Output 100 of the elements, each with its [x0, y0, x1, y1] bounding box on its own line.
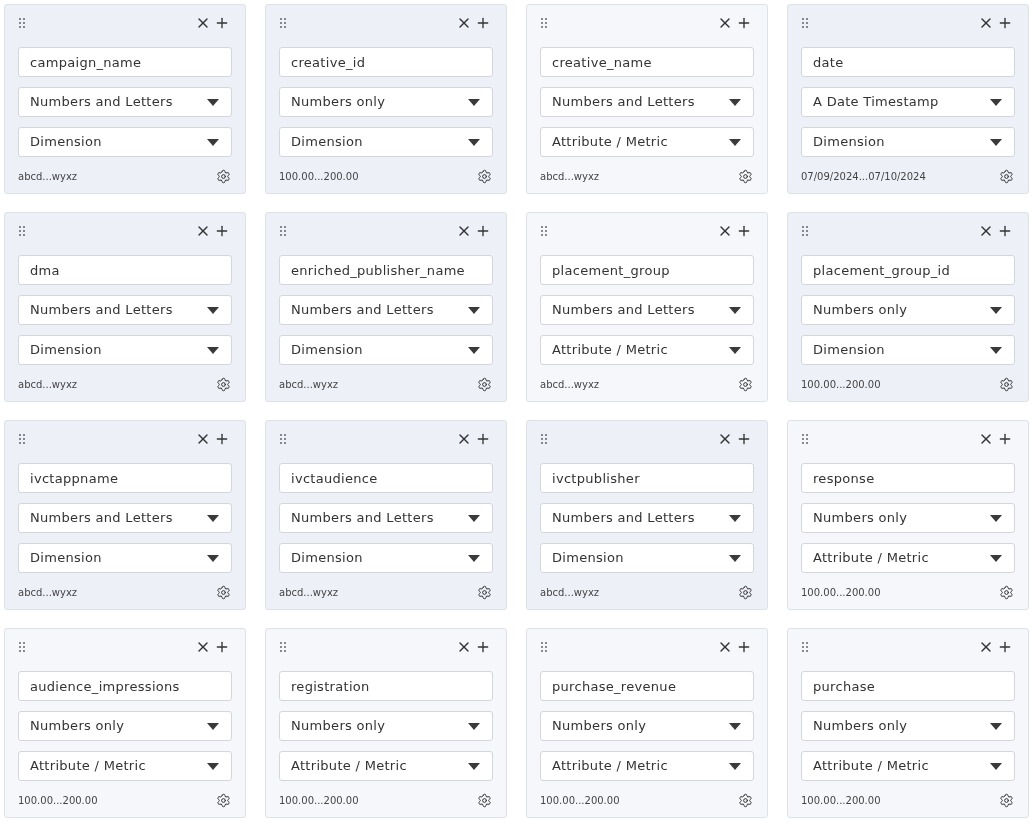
data-type-dropdown[interactable]: Numbers only	[801, 503, 1015, 533]
drag-handle-icon[interactable]	[541, 226, 547, 236]
add-icon[interactable]	[736, 431, 752, 447]
settings-icon[interactable]	[477, 377, 492, 392]
add-icon[interactable]	[736, 223, 752, 239]
column-name-field[interactable]: creative_name	[540, 47, 754, 77]
role-dropdown[interactable]: Dimension	[18, 543, 232, 573]
settings-icon[interactable]	[477, 169, 492, 184]
role-dropdown[interactable]: Attribute / Metric	[540, 127, 754, 157]
drag-handle-icon[interactable]	[802, 434, 808, 444]
data-type-dropdown[interactable]: Numbers and Letters	[18, 87, 232, 117]
drag-handle-icon[interactable]	[802, 642, 808, 652]
column-name-field[interactable]: date	[801, 47, 1015, 77]
settings-icon[interactable]	[999, 585, 1014, 600]
column-name-field[interactable]: ivctaudience	[279, 463, 493, 493]
role-dropdown[interactable]: Attribute / Metric	[540, 335, 754, 365]
role-dropdown[interactable]: Dimension	[18, 335, 232, 365]
settings-icon[interactable]	[216, 793, 231, 808]
data-type-dropdown[interactable]: A Date Timestamp	[801, 87, 1015, 117]
column-name-field[interactable]: creative_id	[279, 47, 493, 77]
drag-handle-icon[interactable]	[280, 642, 286, 652]
drag-handle-icon[interactable]	[802, 18, 808, 28]
add-icon[interactable]	[997, 431, 1013, 447]
settings-icon[interactable]	[738, 169, 753, 184]
add-icon[interactable]	[997, 15, 1013, 31]
add-icon[interactable]	[736, 639, 752, 655]
data-type-dropdown[interactable]: Numbers and Letters	[18, 295, 232, 325]
data-type-dropdown[interactable]: Numbers and Letters	[279, 295, 493, 325]
data-type-dropdown[interactable]: Numbers and Letters	[540, 87, 754, 117]
drag-handle-icon[interactable]	[19, 226, 25, 236]
drag-handle-icon[interactable]	[541, 18, 547, 28]
column-name-field[interactable]: response	[801, 463, 1015, 493]
settings-icon[interactable]	[999, 169, 1014, 184]
settings-icon[interactable]	[738, 585, 753, 600]
add-icon[interactable]	[997, 223, 1013, 239]
role-dropdown[interactable]: Attribute / Metric	[279, 751, 493, 781]
column-name-field[interactable]: purchase	[801, 671, 1015, 701]
data-type-dropdown[interactable]: Numbers only	[279, 87, 493, 117]
drag-handle-icon[interactable]	[280, 434, 286, 444]
data-type-dropdown[interactable]: Numbers only	[18, 711, 232, 741]
add-icon[interactable]	[475, 15, 491, 31]
data-type-dropdown[interactable]: Numbers and Letters	[540, 503, 754, 533]
column-name-field[interactable]: registration	[279, 671, 493, 701]
add-icon[interactable]	[475, 223, 491, 239]
add-icon[interactable]	[214, 639, 230, 655]
settings-icon[interactable]	[738, 793, 753, 808]
column-name-field[interactable]: placement_group	[540, 255, 754, 285]
sample-range: 100.00...200.00	[801, 586, 881, 600]
column-name-field[interactable]: enriched_publisher_name	[279, 255, 493, 285]
data-type-dropdown[interactable]: Numbers only	[279, 711, 493, 741]
role-dropdown[interactable]: Dimension	[540, 543, 754, 573]
settings-icon[interactable]	[477, 793, 492, 808]
column-name-field[interactable]: ivctappname	[18, 463, 232, 493]
drag-handle-icon[interactable]	[280, 226, 286, 236]
role-dropdown[interactable]: Dimension	[279, 335, 493, 365]
column-name-field[interactable]: ivctpublisher	[540, 463, 754, 493]
add-icon[interactable]	[214, 223, 230, 239]
role-dropdown[interactable]: Attribute / Metric	[18, 751, 232, 781]
add-icon[interactable]	[475, 639, 491, 655]
role-dropdown[interactable]: Dimension	[18, 127, 232, 157]
role-dropdown[interactable]: Attribute / Metric	[801, 543, 1015, 573]
column-name-field[interactable]: audience_impressions	[18, 671, 232, 701]
settings-icon[interactable]	[999, 377, 1014, 392]
column-name-field[interactable]: campaign_name	[18, 47, 232, 77]
role-dropdown[interactable]: Dimension	[801, 335, 1015, 365]
data-type-dropdown[interactable]: Numbers only	[801, 711, 1015, 741]
column-name-field[interactable]: purchase_revenue	[540, 671, 754, 701]
add-icon[interactable]	[736, 15, 752, 31]
drag-handle-icon[interactable]	[280, 18, 286, 28]
add-icon[interactable]	[997, 639, 1013, 655]
settings-icon[interactable]	[738, 377, 753, 392]
drag-handle-icon[interactable]	[19, 434, 25, 444]
role-dropdown[interactable]: Dimension	[279, 127, 493, 157]
add-icon[interactable]	[214, 431, 230, 447]
data-type-dropdown[interactable]: Numbers and Letters	[279, 503, 493, 533]
sample-range: 100.00...200.00	[540, 794, 620, 808]
settings-icon[interactable]	[216, 377, 231, 392]
role-dropdown[interactable]: Attribute / Metric	[540, 751, 754, 781]
column-name-field[interactable]: placement_group_id	[801, 255, 1015, 285]
role-dropdown[interactable]: Attribute / Metric	[801, 751, 1015, 781]
add-icon[interactable]	[475, 431, 491, 447]
caret-icon	[468, 554, 480, 562]
settings-icon[interactable]	[216, 169, 231, 184]
settings-icon[interactable]	[477, 585, 492, 600]
column-name-field[interactable]: dma	[18, 255, 232, 285]
drag-handle-icon[interactable]	[541, 642, 547, 652]
drag-handle-icon[interactable]	[19, 18, 25, 28]
drag-handle-icon[interactable]	[19, 642, 25, 652]
data-type-dropdown[interactable]: Numbers only	[540, 711, 754, 741]
role-dropdown[interactable]: Dimension	[801, 127, 1015, 157]
data-type-dropdown[interactable]: Numbers and Letters	[18, 503, 232, 533]
role-dropdown[interactable]: Dimension	[279, 543, 493, 573]
drag-handle-icon[interactable]	[802, 226, 808, 236]
add-icon[interactable]	[214, 15, 230, 31]
drag-handle-icon[interactable]	[541, 434, 547, 444]
data-type-dropdown[interactable]: Numbers only	[801, 295, 1015, 325]
settings-icon[interactable]	[216, 585, 231, 600]
caret-icon	[468, 346, 480, 354]
settings-icon[interactable]	[999, 793, 1014, 808]
data-type-dropdown[interactable]: Numbers and Letters	[540, 295, 754, 325]
